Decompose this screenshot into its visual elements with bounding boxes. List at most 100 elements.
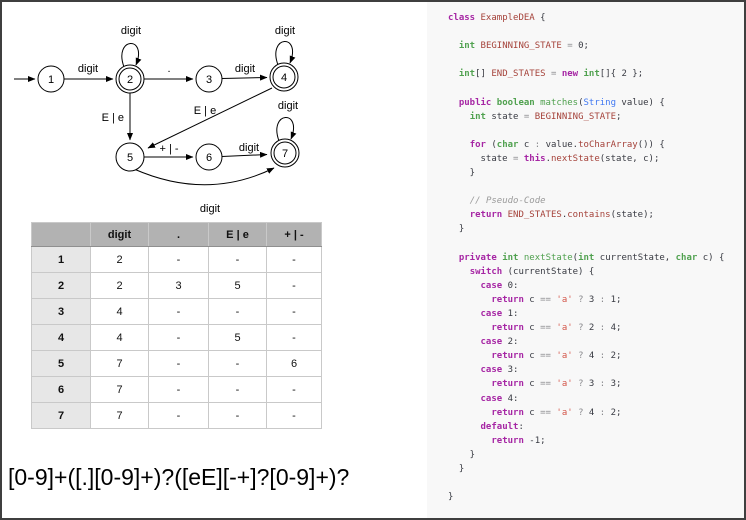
java-code-block: class ExampleDEA { int BEGINNING_STATE =… [427,2,744,504]
code-line: class ExampleDEA { [448,11,744,25]
column-header [32,223,91,247]
code-line: return c == 'a' ? 3 : 3; [448,377,744,391]
row-label: 7 [32,403,91,429]
code-line [448,476,744,490]
code-line: } [448,166,744,180]
row-label: 1 [32,247,91,273]
edge-3-4 [222,78,267,79]
transition-cell: - [267,377,322,403]
code-line [448,124,744,138]
transition-cell: 3 [149,273,209,299]
code-line: default: [448,420,744,434]
row-label: 5 [32,351,91,377]
edge-6-7-label: digit [239,142,259,154]
state-2: 2 [116,65,144,93]
code-line: case 1: [448,307,744,321]
code-line: int state = BEGINNING_STATE; [448,110,744,124]
state-6-label: 6 [206,152,212,164]
code-line: } [448,490,744,504]
state-1-label: 1 [48,74,54,86]
code-line: switch (currentState) { [448,265,744,279]
code-line: for (char c : value.toCharArray()) { [448,138,744,152]
table-row: 12--- [32,247,322,273]
code-line [448,237,744,251]
row-label: 3 [32,299,91,325]
transition-cell: - [209,377,267,403]
transition-cell: - [209,403,267,429]
row-label: 4 [32,325,91,351]
code-line: } [448,448,744,462]
transition-cell: - [267,273,322,299]
code-line: case 4: [448,392,744,406]
state-2-label: 2 [127,74,133,86]
code-line: return c == 'a' ? 2 : 4; [448,321,744,335]
transition-cell: - [209,351,267,377]
code-line [448,81,744,95]
code-line: case 0: [448,279,744,293]
state-5-label: 5 [127,152,133,164]
code-line: // Pseudo-Code [448,194,744,208]
state-6: 6 [196,144,222,170]
code-line: return c == 'a' ? 4 : 2; [448,349,744,363]
edge-6-7 [222,155,267,157]
code-line: int[] END_STATES = new int[]{ 2 }; [448,67,744,81]
self-loop-2 [122,43,139,67]
transition-cell: 5 [209,273,267,299]
edge-4-5 [148,88,272,148]
column-header: + | - [267,223,322,247]
code-line: case 3: [448,363,744,377]
code-line: } [448,462,744,476]
self-loop-7 [277,117,294,141]
code-line: return END_STATES.contains(state); [448,208,744,222]
code-line [448,25,744,39]
table-row: 34--- [32,299,322,325]
table-row: 57--6 [32,351,322,377]
state-4: 4 [270,63,298,91]
edge-5-7 [134,168,274,185]
self-loop-4-label: digit [275,25,295,37]
state-7-label: 7 [282,148,288,160]
transition-cell: - [149,247,209,273]
transition-table: digit.E | e+ | - 12---2235-34---44-5-57-… [31,222,322,429]
state-3-label: 3 [206,74,212,86]
transition-cell: - [149,299,209,325]
transition-cell: - [267,403,322,429]
table-row: 44-5- [32,325,322,351]
transition-cell: 6 [267,351,322,377]
table-row: 2235- [32,273,322,299]
code-line: private int nextState(int currentState, … [448,251,744,265]
column-header: digit [91,223,149,247]
transition-cell: - [267,299,322,325]
state-4-label: 4 [281,72,287,84]
transition-cell: - [267,325,322,351]
transition-cell: 4 [91,299,149,325]
state-7: 7 [271,139,299,167]
code-line: return c == 'a' ? 3 : 1; [448,293,744,307]
edge-4-5-label: E | e [194,105,216,117]
edge-1-2-label: digit [78,63,98,75]
self-loop-2-label: digit [121,25,141,37]
transition-cell: - [149,325,209,351]
row-label: 2 [32,273,91,299]
transition-cell: - [267,247,322,273]
edge-5-7-label: digit [200,203,220,215]
code-line: return -1; [448,434,744,448]
page: 1 2 3 4 5 6 7 digit . digit digit [0,0,746,520]
column-header: E | e [209,223,267,247]
code-line: public boolean matches(String value) { [448,96,744,110]
transition-cell: 5 [209,325,267,351]
edge-5-6-label: + | - [159,143,178,155]
transition-cell: 2 [91,273,149,299]
column-header: . [149,223,209,247]
transition-cell: 4 [91,325,149,351]
self-loop-4 [276,41,293,65]
transition-cell: - [149,403,209,429]
edge-2-5-label: E | e [102,112,124,124]
edge-3-4-label: digit [235,63,255,75]
state-3: 3 [196,66,222,92]
transition-cell: 7 [91,377,149,403]
self-loop-7-label: digit [278,100,298,112]
transition-cell: - [149,351,209,377]
code-line: int BEGINNING_STATE = 0; [448,39,744,53]
edge-2-3-label: . [167,63,170,75]
